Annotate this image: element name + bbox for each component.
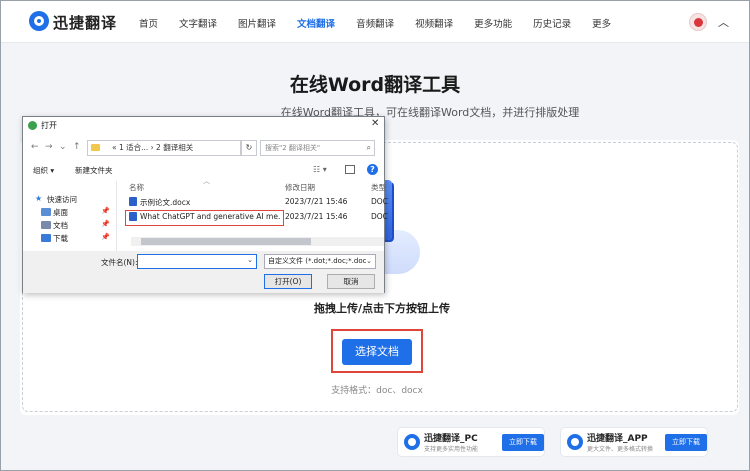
promo-name: 迅捷翻译_PC bbox=[424, 434, 478, 444]
navigation-tree: ★ 快速访问 桌面 📌 文档 📌 下载 📌 bbox=[23, 181, 115, 251]
folder-icon bbox=[91, 144, 100, 151]
column-name[interactable]: 名称 bbox=[129, 182, 144, 193]
nav-item-3[interactable]: 文档翻译 bbox=[297, 16, 335, 30]
nav-item-6[interactable]: 更多功能 bbox=[474, 16, 512, 30]
pin-icon: 📌 bbox=[101, 220, 110, 228]
file-name: 示例论文.docx bbox=[140, 198, 191, 207]
download-app-button[interactable]: 立即下载 bbox=[665, 434, 707, 451]
forward-arrow-icon[interactable]: → bbox=[45, 142, 53, 152]
pane-divider[interactable] bbox=[116, 181, 117, 251]
scrollbar-thumb[interactable] bbox=[141, 238, 311, 245]
nav-item-5[interactable]: 视频翻译 bbox=[415, 16, 453, 30]
file-type-filter[interactable]: 自定义文件 (*.dot;*.doc;*.doc ⌄ bbox=[264, 254, 376, 269]
filename-label: 文件名(N): bbox=[101, 258, 138, 267]
close-icon[interactable]: ✕ bbox=[371, 118, 379, 129]
tree-label: 文档 bbox=[53, 221, 68, 230]
pin-icon: 📌 bbox=[101, 207, 110, 215]
desktop-icon bbox=[41, 208, 51, 216]
horizontal-scrollbar[interactable] bbox=[131, 237, 384, 246]
promo-app: 迅捷翻译_APP 更大文件、更多格式转换 立即下载 bbox=[561, 428, 707, 456]
filter-text: 自定义文件 (*.dot;*.doc;*.doc bbox=[268, 257, 367, 265]
nav-item-7[interactable]: 历史记录 bbox=[533, 16, 571, 30]
sort-caret-icon: ︿ bbox=[203, 177, 210, 185]
tree-label: 桌面 bbox=[53, 208, 68, 217]
promo-name: 迅捷翻译_APP bbox=[587, 434, 648, 444]
app-logo-icon bbox=[404, 434, 420, 450]
promo-desc: 支持更多实用性功能 bbox=[424, 446, 479, 453]
app-logo-icon bbox=[567, 434, 583, 450]
brand-name[interactable]: 迅捷翻译 bbox=[53, 12, 117, 33]
search-icon: ⌕ bbox=[366, 143, 371, 152]
open-button[interactable]: 打开(O) bbox=[264, 274, 312, 289]
tree-label: 快速访问 bbox=[47, 195, 77, 204]
documents-icon bbox=[41, 221, 51, 229]
nav-item-2[interactable]: 图片翻译 bbox=[238, 16, 276, 30]
file-type: DOC bbox=[371, 197, 388, 206]
top-nav: 迅捷翻译 首页 文字翻译 图片翻译 文档翻译 音频翻译 视频翻译 更多功能 历史记录 更多 ︿ bbox=[1, 1, 749, 43]
search-input[interactable]: 搜索"2 翻译相关" ⌕ bbox=[260, 140, 375, 156]
organize-button[interactable]: 组织 ▾ bbox=[33, 165, 54, 176]
nav-item-4[interactable]: 音频翻译 bbox=[356, 16, 394, 30]
nav-menu: 首页 文字翻译 图片翻译 文档翻译 音频翻译 视频翻译 更多功能 历史记录 更多 bbox=[139, 16, 632, 30]
file-date: 2023/7/21 15:46 bbox=[285, 212, 348, 221]
promo-desc: 更大文件、更多格式转换 bbox=[587, 446, 654, 453]
file-row[interactable]: 示例论文.docx 2023/7/21 15:46 DOC bbox=[119, 196, 388, 208]
tree-item-desktop[interactable]: 桌面 📌 bbox=[23, 206, 115, 218]
search-placeholder: 搜索"2 翻译相关" bbox=[265, 144, 321, 152]
user-avatar[interactable] bbox=[689, 13, 707, 31]
chevron-down-icon: ⌄ bbox=[366, 255, 372, 268]
nav-item-0[interactable]: 首页 bbox=[139, 16, 158, 30]
file-type: DOC bbox=[371, 212, 388, 221]
column-date[interactable]: 修改日期 bbox=[285, 182, 315, 193]
up-arrow-icon[interactable]: ↑ bbox=[73, 142, 81, 152]
app-icon bbox=[28, 121, 37, 130]
path-breadcrumb[interactable]: « 1 适合... › 2 翻译相关 bbox=[87, 140, 241, 156]
download-pc-button[interactable]: 立即下载 bbox=[502, 434, 544, 451]
file-date: 2023/7/21 15:46 bbox=[285, 197, 348, 206]
star-icon: ★ bbox=[35, 194, 43, 203]
help-icon[interactable]: ? bbox=[367, 164, 378, 175]
nav-item-1[interactable]: 文字翻译 bbox=[179, 16, 217, 30]
back-arrow-icon[interactable]: ← bbox=[31, 142, 39, 152]
drag-upload-text: 拖拽上传/点击下方按钮上传 bbox=[313, 302, 451, 315]
page-title: 在线Word翻译工具 bbox=[289, 74, 461, 96]
chevron-up-icon[interactable]: ︿ bbox=[718, 14, 729, 30]
word-file-icon bbox=[129, 197, 137, 206]
nav-item-8[interactable]: 更多 bbox=[592, 16, 611, 30]
choose-document-button[interactable]: 选择文档 bbox=[342, 339, 412, 365]
refresh-icon[interactable]: ↻ bbox=[241, 140, 257, 156]
path-text: « 1 适合... › 2 翻译相关 bbox=[112, 143, 194, 152]
filename-input[interactable]: ⌄ bbox=[137, 254, 257, 269]
supported-formats: 支持格式：doc、docx bbox=[331, 386, 423, 396]
pin-icon: 📌 bbox=[101, 233, 110, 241]
new-folder-button[interactable]: 新建文件夹 bbox=[75, 165, 113, 176]
promo-pc: 迅捷翻译_PC 支持更多实用性功能 立即下载 bbox=[398, 428, 544, 456]
preview-pane-icon[interactable] bbox=[345, 165, 355, 174]
tree-item-documents[interactable]: 文档 📌 bbox=[23, 219, 115, 231]
chevron-down-icon[interactable]: ⌄ bbox=[247, 256, 253, 264]
brand-logo-icon[interactable] bbox=[29, 11, 49, 31]
chevron-down-icon[interactable]: ⌄ bbox=[59, 142, 67, 152]
column-type[interactable]: 类型 bbox=[371, 182, 386, 193]
dialog-titlebar: 打开 ✕ bbox=[23, 117, 384, 135]
tree-label: 下载 bbox=[53, 234, 68, 243]
dialog-title: 打开 bbox=[41, 121, 57, 130]
download-icon bbox=[41, 234, 51, 242]
tree-item-downloads[interactable]: 下载 📌 bbox=[23, 232, 115, 244]
file-open-dialog: 打开 ✕ ← → ⌄ ↑ « 1 适合... › 2 翻译相关 ↻ 搜索"2 翻… bbox=[22, 116, 388, 293]
view-options-icon[interactable]: ☷ ▾ bbox=[313, 165, 327, 174]
cancel-button[interactable]: 取消 bbox=[327, 274, 375, 289]
dialog-footer: 文件名(N): ⌄ 自定义文件 (*.dot;*.doc;*.doc ⌄ 打开(… bbox=[23, 251, 384, 293]
selected-file-highlight bbox=[125, 210, 284, 226]
address-bar: ← → ⌄ ↑ « 1 适合... › 2 翻译相关 ↻ 搜索"2 翻译相关" … bbox=[23, 137, 384, 159]
